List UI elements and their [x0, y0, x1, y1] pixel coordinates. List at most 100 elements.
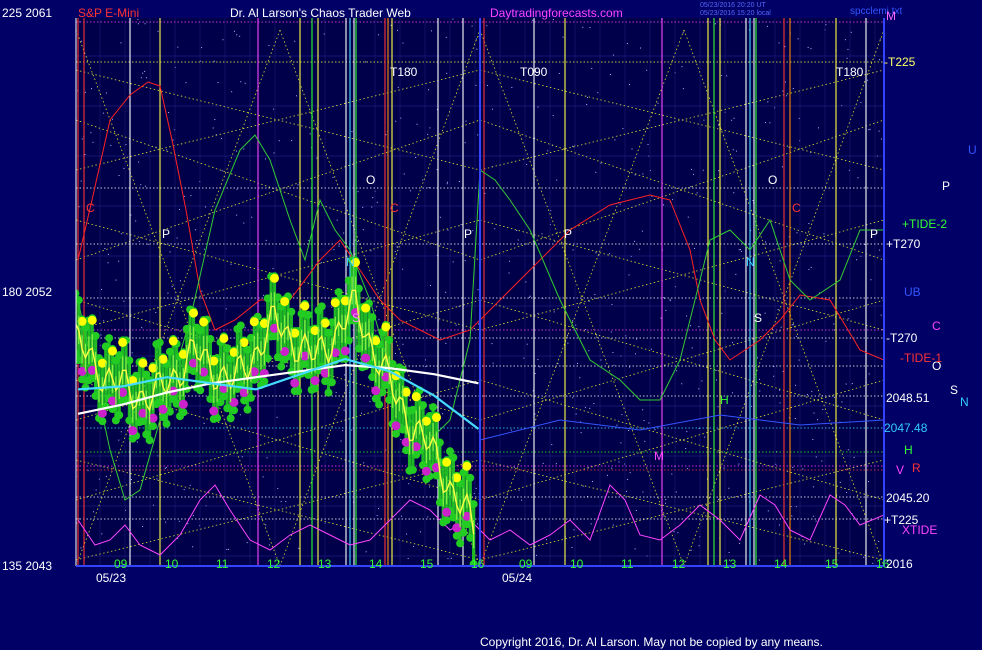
star: [370, 250, 372, 252]
x-tick-label-day2: 12: [672, 557, 686, 571]
star: [131, 352, 133, 354]
star: [176, 237, 178, 239]
star: [138, 161, 140, 163]
star: [545, 539, 547, 541]
right-label: V: [896, 463, 904, 477]
star: [567, 342, 569, 344]
star: [631, 148, 633, 150]
star: [473, 493, 475, 495]
band-edge-low: [321, 377, 330, 386]
band-edge-low: [260, 377, 269, 386]
star: [534, 373, 536, 375]
swing-high: [381, 322, 391, 332]
star: [333, 249, 335, 251]
star: [371, 206, 373, 208]
x-tick-label-day2: 09: [519, 557, 533, 571]
star: [465, 120, 467, 122]
swing-low: [340, 346, 350, 356]
star: [572, 320, 574, 322]
star: [687, 216, 689, 218]
star: [784, 81, 786, 83]
chart-marker: N: [746, 255, 755, 269]
chart-marker: M: [654, 449, 664, 463]
star: [846, 57, 848, 59]
star: [634, 240, 636, 242]
star: [362, 206, 364, 208]
star: [808, 223, 810, 225]
chart-marker: C: [792, 201, 801, 215]
star: [123, 300, 125, 302]
star: [693, 173, 695, 175]
star: [868, 481, 870, 483]
band-edge-high: [105, 334, 114, 343]
star: [152, 504, 154, 506]
star: [285, 501, 287, 503]
star: [395, 352, 397, 354]
star: [812, 515, 814, 517]
star: [452, 261, 454, 263]
band-edge-low: [115, 411, 124, 420]
chart-marker: S: [352, 311, 360, 325]
band-edge-low: [324, 388, 333, 397]
right-label: XTIDE: [902, 523, 937, 537]
star: [847, 449, 849, 451]
chart-area: 225 2061 S&P E-Mini Dr. Al Larson's Chao…: [0, 0, 982, 650]
star: [731, 392, 733, 394]
star: [297, 184, 299, 186]
star: [91, 88, 93, 90]
star: [701, 380, 703, 382]
star: [781, 166, 783, 168]
star: [171, 286, 173, 288]
star: [142, 526, 144, 528]
star: [648, 422, 650, 424]
star: [335, 391, 337, 393]
star: [166, 149, 168, 151]
star: [582, 485, 584, 487]
star: [338, 245, 340, 247]
swing-low: [290, 378, 300, 388]
band-edge-high: [196, 326, 205, 335]
star: [879, 59, 881, 61]
swing-high: [118, 337, 128, 347]
star: [822, 408, 824, 410]
star: [107, 253, 109, 255]
star: [155, 312, 157, 314]
star: [429, 127, 431, 129]
star: [385, 134, 387, 136]
band-edge-high: [297, 309, 306, 318]
band-edge-low: [196, 386, 205, 395]
star: [243, 148, 245, 150]
star: [144, 23, 146, 25]
star: [815, 456, 817, 458]
star: [239, 35, 241, 37]
star: [647, 143, 649, 145]
star: [635, 338, 637, 340]
star: [265, 239, 267, 241]
star: [739, 249, 741, 251]
star: [92, 511, 94, 513]
star: [698, 545, 700, 547]
star: [187, 523, 189, 525]
band-edge-low: [230, 406, 238, 415]
star: [717, 406, 719, 408]
star: [553, 311, 555, 313]
star: [118, 174, 120, 176]
star: [721, 312, 723, 314]
star: [811, 391, 813, 393]
star: [363, 462, 365, 464]
star: [142, 72, 144, 74]
site-link[interactable]: Daytradingforecasts.com: [490, 6, 623, 20]
star: [135, 220, 137, 222]
star: [201, 47, 203, 49]
star: [687, 468, 689, 470]
star: [455, 324, 457, 326]
star: [268, 44, 270, 46]
star: [808, 268, 810, 270]
star: [80, 180, 82, 182]
star: [217, 82, 219, 84]
star: [447, 229, 449, 231]
star: [192, 515, 194, 517]
star: [243, 222, 245, 224]
star: [773, 375, 775, 377]
star: [240, 81, 242, 83]
